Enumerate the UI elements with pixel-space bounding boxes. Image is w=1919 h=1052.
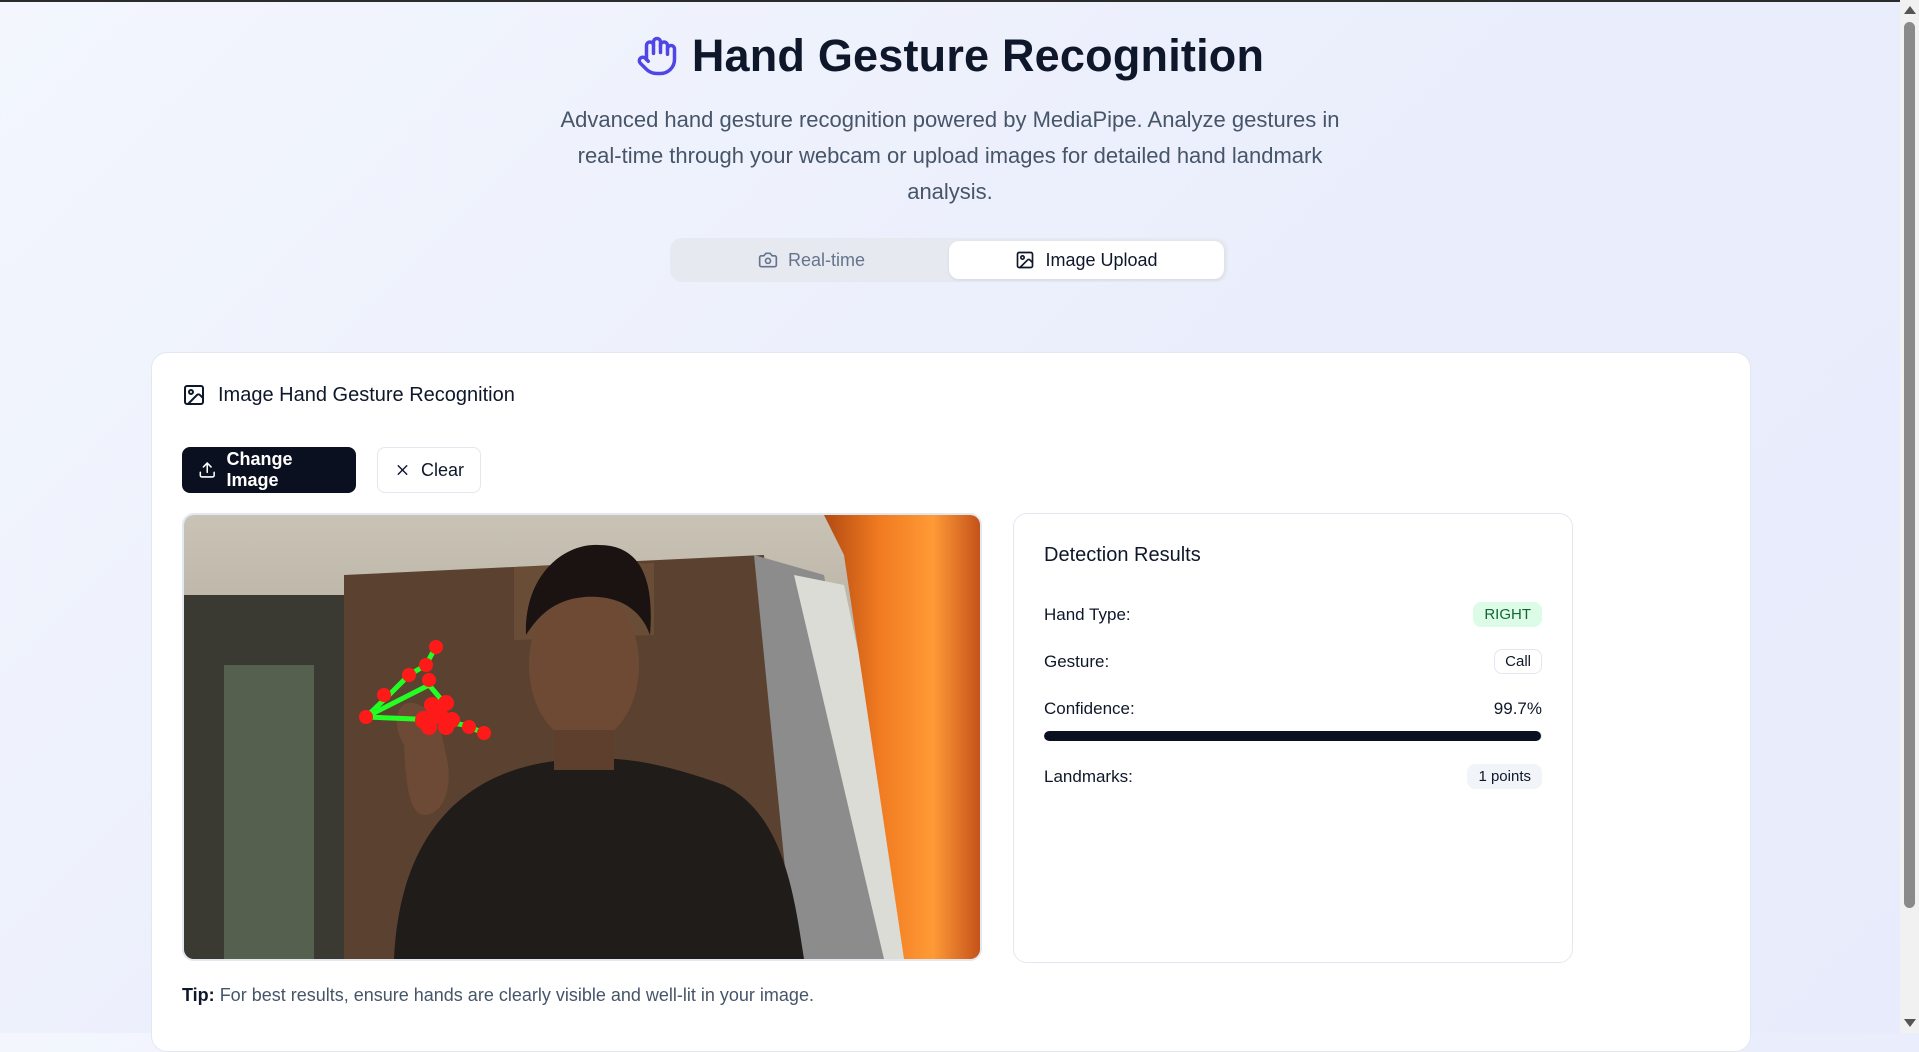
page: Hand Gesture Recognition Advanced hand g… bbox=[0, 0, 1900, 1052]
image-icon bbox=[1017, 251, 1034, 269]
tab-image-upload[interactable]: Image Upload bbox=[949, 241, 1224, 279]
tab-real-time-label: Real-time bbox=[787, 249, 866, 270]
results-title: Detection Results bbox=[1044, 544, 1201, 566]
confidence-label: Confidence: bbox=[1044, 699, 1135, 718]
confidence-bar-fill bbox=[1044, 731, 1541, 741]
page-header: Hand Gesture Recognition bbox=[0, 30, 1900, 82]
close-icon bbox=[397, 465, 408, 475]
gesture-label: Gesture: bbox=[1044, 651, 1110, 671]
hand-type-label: Hand Type: bbox=[1044, 604, 1131, 624]
clear-button[interactable]: Clear bbox=[377, 447, 481, 493]
scrollbar-thumb[interactable] bbox=[1904, 22, 1915, 908]
confidence-bar bbox=[1044, 731, 1542, 741]
gesture-row: Gesture: Call bbox=[1044, 649, 1542, 674]
upload-icon bbox=[199, 462, 215, 478]
vertical-scrollbar[interactable] bbox=[1900, 0, 1919, 1033]
mode-tabs: Real-time Image Upload bbox=[670, 238, 1228, 282]
landmarks-label: Landmarks: bbox=[1044, 766, 1133, 786]
gesture-badge: Call bbox=[1494, 649, 1542, 674]
landmarks-row: Landmarks: 1 points bbox=[1044, 764, 1542, 789]
hand-icon bbox=[637, 36, 677, 76]
change-image-button[interactable]: Change Image bbox=[182, 447, 356, 493]
tip-label: Tip: bbox=[182, 985, 215, 1005]
change-image-label: Change Image bbox=[226, 449, 293, 490]
hand-type-badge: RIGHT bbox=[1473, 602, 1542, 627]
page-subtitle: Advanced hand gesture recognition powere… bbox=[560, 107, 1340, 204]
tip-message: For best results, ensure hands are clear… bbox=[219, 985, 814, 1005]
camera-icon bbox=[758, 252, 778, 268]
page-title: Hand Gesture Recognition bbox=[691, 30, 1265, 81]
clear-label: Clear bbox=[420, 459, 464, 480]
tab-real-time[interactable]: Real-time bbox=[674, 241, 949, 279]
scroll-up-arrow-icon[interactable] bbox=[1904, 6, 1916, 14]
scroll-down-arrow-icon[interactable] bbox=[1904, 1019, 1916, 1027]
card-header: Image Hand Gesture Recognition bbox=[182, 383, 515, 407]
confidence-row: Confidence: 99.7% bbox=[1044, 699, 1542, 719]
image-recognition-card: Image Hand Gesture Recognition Change Im… bbox=[151, 352, 1751, 1052]
image-icon bbox=[184, 385, 204, 405]
tab-image-upload-label: Image Upload bbox=[1045, 249, 1158, 270]
tip-text: Tip: For best results, ensure hands are … bbox=[182, 985, 814, 1006]
hand-type-row: Hand Type: RIGHT bbox=[1044, 602, 1542, 627]
detection-results-panel: Detection Results Hand Type: RIGHT Gestu… bbox=[1013, 513, 1573, 963]
landmarks-badge: 1 points bbox=[1467, 764, 1542, 789]
uploaded-photo bbox=[184, 515, 980, 959]
uploaded-image-preview bbox=[182, 513, 982, 961]
confidence-value: 99.7% bbox=[1493, 699, 1542, 718]
card-title: Image Hand Gesture Recognition bbox=[218, 383, 515, 406]
